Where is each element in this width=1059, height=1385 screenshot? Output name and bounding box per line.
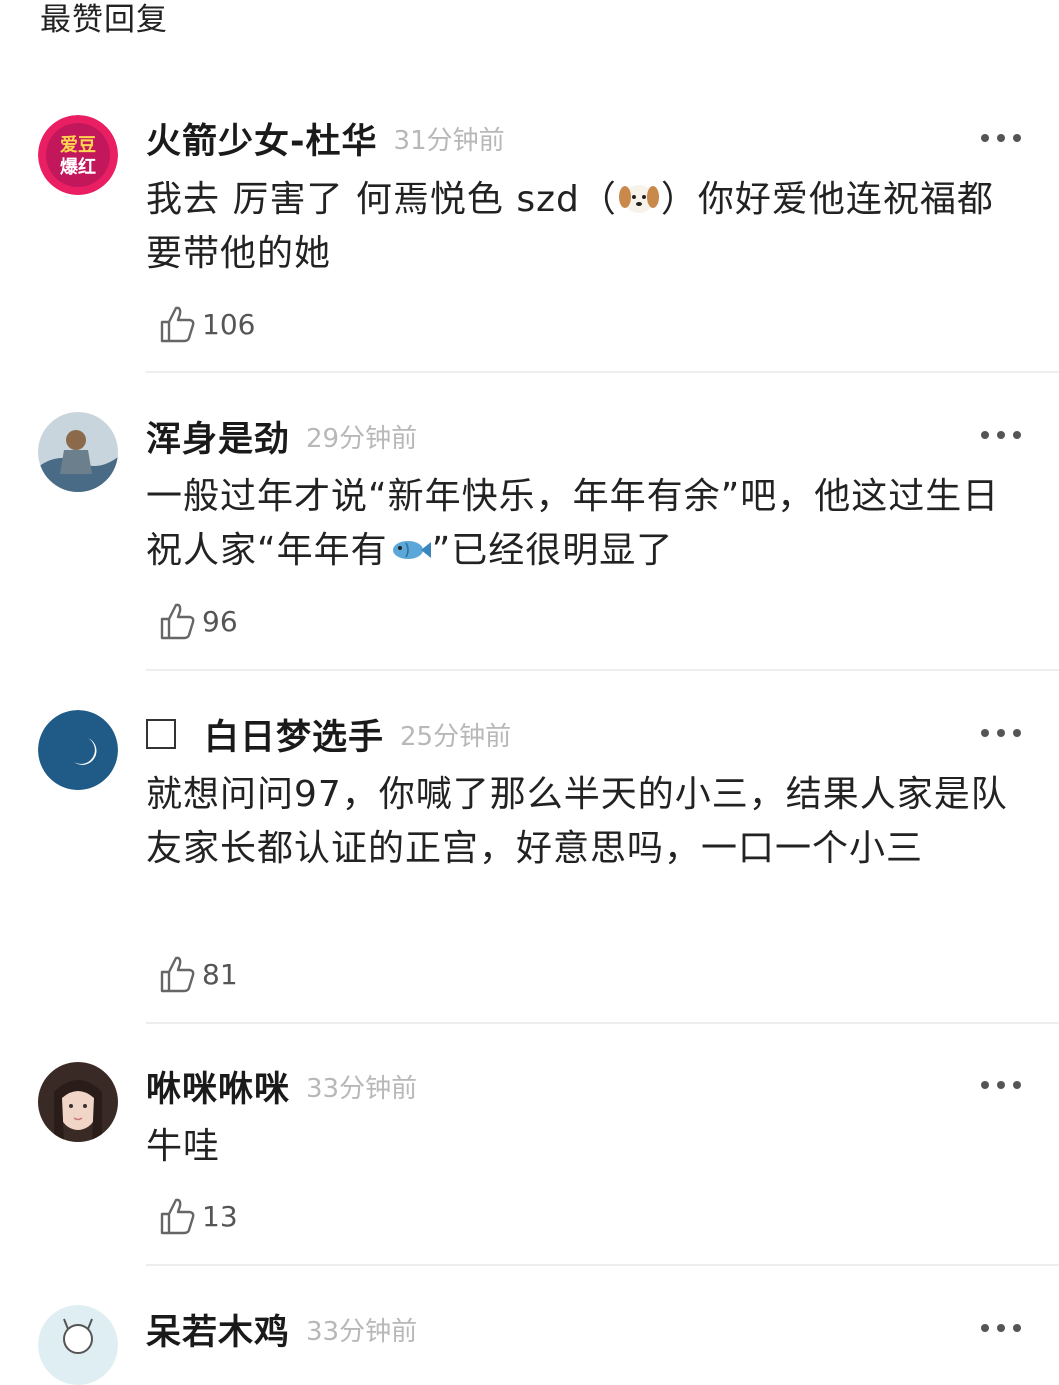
like-count: 106: [202, 307, 256, 341]
avatar[interactable]: 爱豆 爆红: [38, 115, 118, 195]
more-options-icon[interactable]: [981, 1322, 1021, 1334]
avatar[interactable]: [38, 1062, 118, 1142]
dog-face-emoji: [618, 185, 659, 213]
avatar-badge-text: 爆红: [60, 156, 96, 178]
thumbs-up-icon: [160, 956, 195, 993]
comment-text: 牛哇: [146, 1126, 221, 1167]
like-count: 81: [202, 957, 238, 991]
section-title: 最赞回复: [40, 2, 168, 38]
fish-emoji: [392, 541, 431, 559]
comment-header: 火箭少女-杜华 31分钟前: [146, 113, 505, 163]
checkbox[interactable]: [146, 719, 176, 749]
avatar[interactable]: [38, 1305, 118, 1385]
username[interactable]: 浑身是劲: [146, 411, 290, 462]
avatar[interactable]: [38, 412, 118, 492]
more-options-icon[interactable]: [981, 132, 1021, 144]
more-options-icon[interactable]: [981, 429, 1021, 441]
timestamp: 25分钟前: [400, 721, 512, 752]
timestamp: 33分钟前: [306, 1073, 418, 1104]
like-button[interactable]: 13: [158, 1196, 238, 1236]
more-options-icon[interactable]: [981, 1079, 1021, 1091]
like-button[interactable]: 96: [158, 601, 238, 641]
username[interactable]: 咻咪咻咪: [146, 1061, 290, 1112]
divider: [146, 371, 1059, 373]
comment-text: 就想问问97，你喊了那么半天的小三，结果人家是队友家长都认证的正宫，好意思吗，一…: [146, 774, 1008, 869]
avatar[interactable]: [38, 710, 118, 790]
avatar-badge-text: 爱豆: [60, 135, 96, 156]
like-count: 13: [202, 1199, 238, 1233]
like-count: 96: [202, 604, 238, 638]
thumbs-up-icon: [160, 1198, 195, 1235]
timestamp: 29分钟前: [306, 423, 418, 454]
divider: [146, 1022, 1059, 1024]
timestamp: 31分钟前: [393, 125, 505, 156]
like-button[interactable]: 106: [158, 304, 255, 344]
comment-header: 白日梦选手 25分钟前: [146, 709, 511, 759]
like-button[interactable]: 81: [158, 954, 238, 994]
thumbs-up-icon: [160, 306, 195, 343]
comment-header: 呆若木鸡 33分钟前: [146, 1304, 417, 1354]
timestamp: 33分钟前: [306, 1316, 418, 1347]
username[interactable]: 火箭少女-杜华: [146, 113, 378, 164]
thumbs-up-icon: [160, 603, 195, 640]
username[interactable]: 白日梦选手: [204, 709, 384, 760]
comment-text: 一般过年才说“新年快乐，年年有余”吧，他这过生日祝人家“年年有 ”已经很明显了: [146, 476, 1000, 571]
divider: [146, 669, 1059, 671]
comment-header: 浑身是劲 29分钟前: [146, 411, 417, 461]
more-options-icon[interactable]: [981, 727, 1021, 739]
comment-text: 我去 厉害了 何焉悦色 szd（ ）你好爱他连祝福都要带他的她: [146, 179, 994, 274]
comment-header: 咻咪咻咪 33分钟前: [146, 1061, 417, 1111]
username[interactable]: 呆若木鸡: [146, 1304, 290, 1355]
divider: [146, 1264, 1059, 1266]
